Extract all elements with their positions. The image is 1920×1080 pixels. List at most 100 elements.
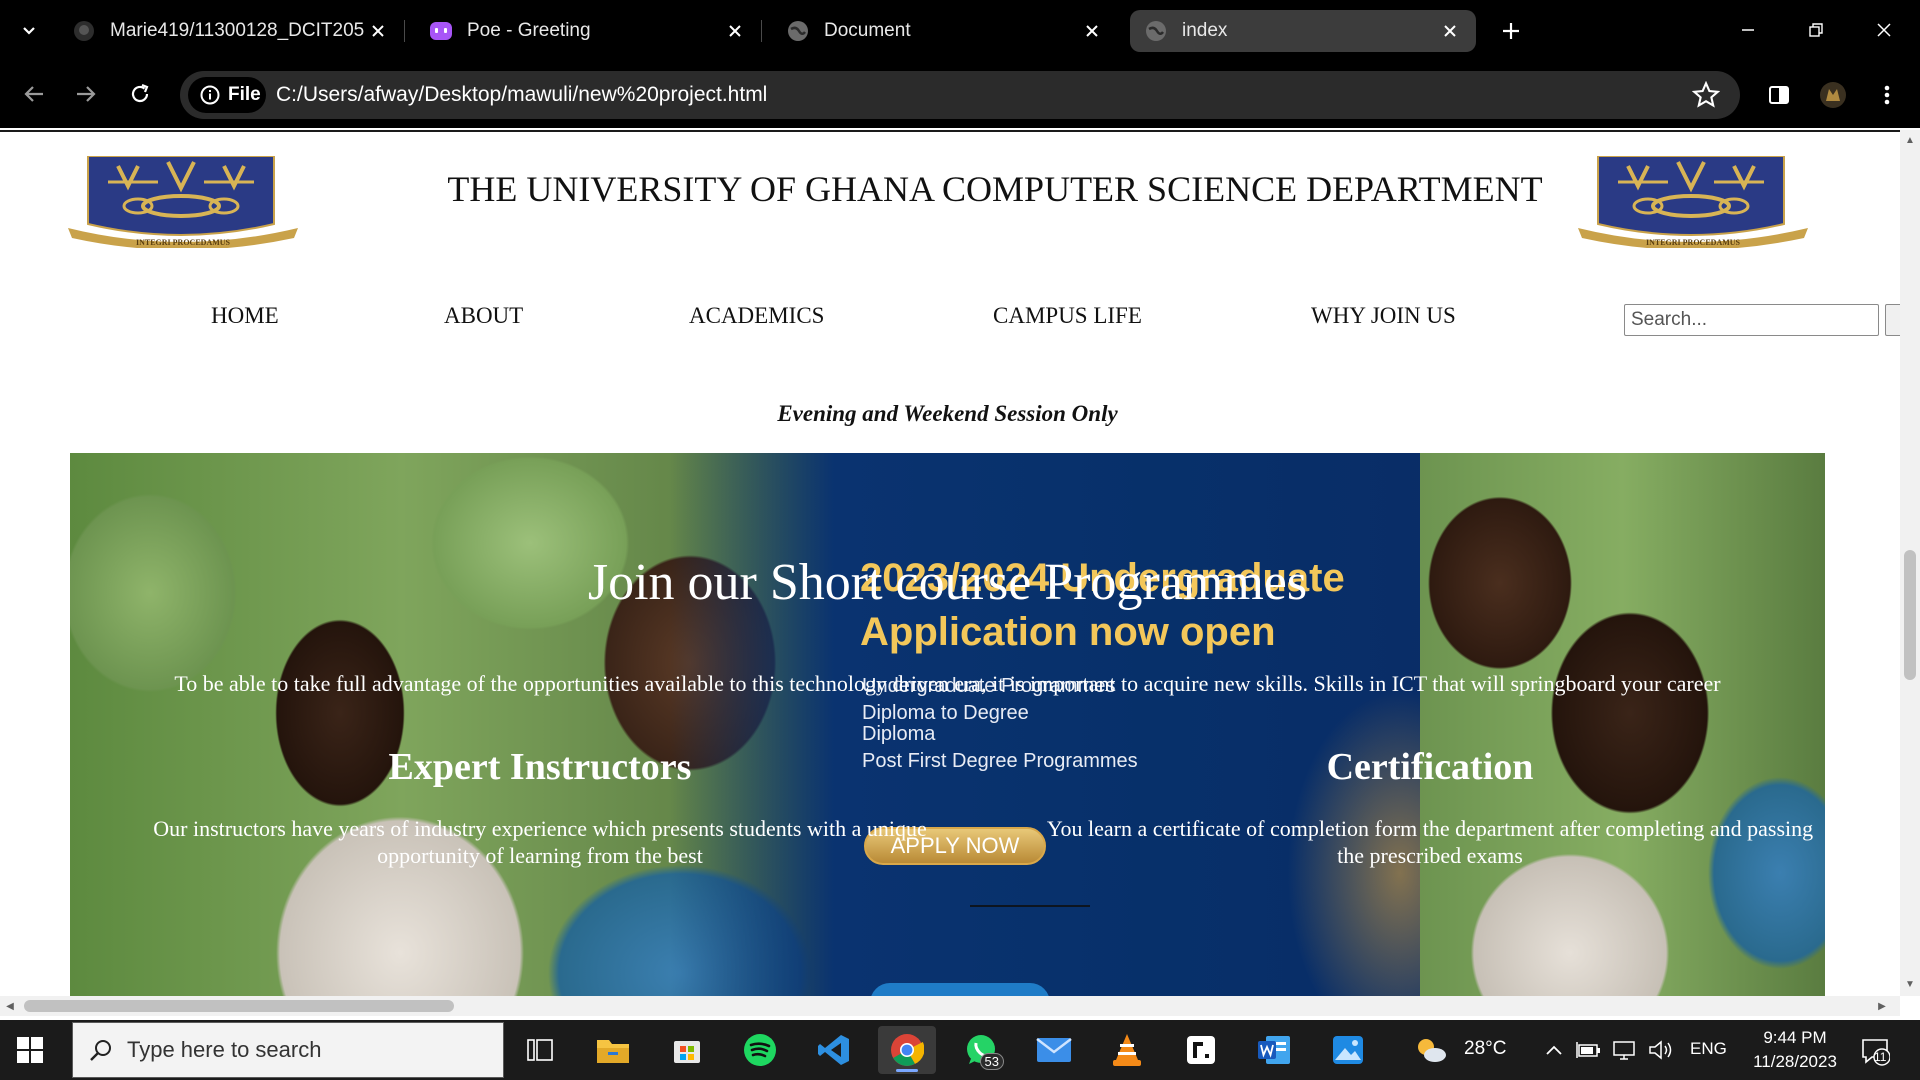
bookmark-star-icon[interactable] [1692,81,1720,109]
info-icon [200,85,220,105]
back-button[interactable] [14,74,54,114]
feature-text-instructors: Our instructors have years of industry e… [153,816,927,868]
battery-icon[interactable] [1576,1038,1602,1062]
task-view-button[interactable] [511,1026,569,1074]
taskbar-mail[interactable] [1025,1026,1083,1074]
close-window-button[interactable] [1854,10,1914,50]
horizontal-scroll-thumb[interactable] [24,1000,454,1012]
close-icon[interactable] [723,19,747,43]
browser-tab-bar: Marie419/11300128_DCIT205 Poe - Greeting… [0,0,1920,62]
tab-document[interactable]: Document [772,10,1118,52]
nav-home[interactable]: HOME [211,303,279,329]
vscode-icon [818,1035,849,1065]
windows-taskbar: Type here to search 53 28°C ENG 9:44 PM … [0,1020,1920,1080]
browser-toolbar: File C:/Users/afway/Desktop/mawuli/new%2… [0,62,1920,128]
close-icon[interactable] [1080,19,1104,43]
tab-title: index [1182,20,1228,41]
taskbar-spotify[interactable] [731,1026,789,1074]
new-tab-button[interactable] [1494,14,1528,48]
taskbar-roblox-studio[interactable] [1172,1026,1230,1074]
windows-start-icon[interactable] [16,1036,44,1064]
close-icon[interactable] [1438,19,1462,43]
github-icon [72,19,96,43]
search-button[interactable] [1885,304,1900,336]
clock-date: 11/28/2023 [1753,1052,1837,1071]
taskbar-whatsapp[interactable]: 53 [952,1026,1010,1074]
tab-separator [404,20,405,42]
nav-about[interactable]: ABOUT [444,303,523,329]
restore-icon [1809,23,1823,37]
reload-button[interactable] [120,74,160,114]
close-icon[interactable] [366,19,390,43]
search-icon [90,1040,111,1061]
profile-button[interactable] [1816,78,1850,112]
scroll-up-arrow-icon[interactable]: ▲ [1904,134,1916,146]
taskbar-microsoft-store[interactable] [658,1026,716,1074]
site-info-label: File [228,84,261,105]
site-info-chip[interactable]: File [188,77,266,113]
vertical-scrollbar[interactable]: ▲ ▼ [1900,130,1920,996]
tab-index[interactable]: index [1130,10,1476,52]
vertical-scroll-thumb[interactable] [1904,550,1916,680]
restore-button[interactable] [1786,10,1846,50]
spotify-icon [744,1034,776,1066]
tab-search-button[interactable] [12,14,46,48]
taskbar-word[interactable] [1245,1026,1303,1074]
side-panel-button[interactable] [1762,78,1796,112]
students-photo-repeat [1420,453,1825,996]
taskbar-vscode[interactable] [805,1026,863,1074]
nav-why-join-us[interactable]: WHY JOIN US [1311,303,1456,329]
browser-menu-button[interactable] [1870,78,1904,112]
page-top-border [0,130,1900,132]
nav-campus-life[interactable]: CAMPUS LIFE [993,303,1142,329]
profile-avatar-icon [1820,82,1846,108]
system-clock[interactable]: 9:44 PM 11/28/2023 [1740,1026,1850,1074]
volume-icon[interactable] [1648,1038,1674,1062]
app-r-icon [1187,1036,1215,1064]
input-language[interactable]: ENG [1690,1039,1727,1059]
university-crest-logo-left: INTEGRI PROCEDAMUS [68,156,298,248]
address-bar[interactable]: File C:/Users/afway/Desktop/mawuli/new%2… [180,71,1740,119]
search-input[interactable] [1624,304,1879,336]
minimize-icon [1742,29,1754,31]
taskbar-search-box[interactable]: Type here to search [72,1022,504,1078]
show-hidden-icons-chevron-icon[interactable] [1541,1038,1567,1062]
divider-line [970,905,1090,907]
url-text[interactable]: C:/Users/afway/Desktop/mawuli/new%20proj… [276,83,767,107]
network-icon[interactable] [1612,1038,1638,1062]
weather-temperature[interactable]: 28°C [1464,1038,1506,1060]
hero-banner: 2023/2024 Undergraduate Application now … [70,453,1825,996]
arrow-left-icon [24,86,43,102]
vlc-icon [1113,1034,1141,1066]
horizontal-scrollbar[interactable]: ◀ ▶ [0,996,1900,1016]
arrow-right-icon [77,86,96,102]
mail-icon [1036,1038,1072,1062]
page-viewport: INTEGRI PROCEDAMUS THE UNIVERSITY OF GHA… [0,130,1900,996]
forward-button[interactable] [66,74,106,114]
taskbar-vlc[interactable] [1098,1026,1156,1074]
globe-icon [786,19,810,43]
feature-title-certification: Certification [1326,746,1534,788]
globe-icon [1144,19,1168,43]
task-view-icon [527,1039,553,1061]
tab-poe[interactable]: Poe - Greeting [415,10,761,52]
page-title: THE UNIVERSITY OF GHANA COMPUTER SCIENCE… [447,169,1543,209]
minimize-button[interactable] [1718,10,1778,50]
clock-time: 9:44 PM [1763,1028,1827,1047]
scroll-right-arrow-icon[interactable]: ▶ [1876,1000,1888,1012]
hero-cta-button[interactable] [870,983,1050,996]
kebab-menu-icon [1884,85,1890,105]
tab-github[interactable]: Marie419/11300128_DCIT205 [58,10,404,52]
crest-motto-text: INTEGRI PROCEDAMUS [1646,238,1741,247]
taskbar-photos[interactable] [1319,1026,1377,1074]
tab-title: Poe - Greeting [467,20,591,41]
taskbar-search-placeholder: Type here to search [127,1037,322,1062]
nav-academics[interactable]: ACADEMICS [689,303,824,329]
scroll-left-arrow-icon[interactable]: ◀ [4,1000,16,1012]
tab-title: Document [824,20,911,41]
scroll-down-arrow-icon[interactable]: ▼ [1904,978,1916,990]
taskbar-file-explorer[interactable] [584,1026,642,1074]
poe-icon [429,19,453,43]
taskbar-chrome[interactable] [878,1026,936,1074]
weather-icon[interactable] [1414,1034,1448,1066]
